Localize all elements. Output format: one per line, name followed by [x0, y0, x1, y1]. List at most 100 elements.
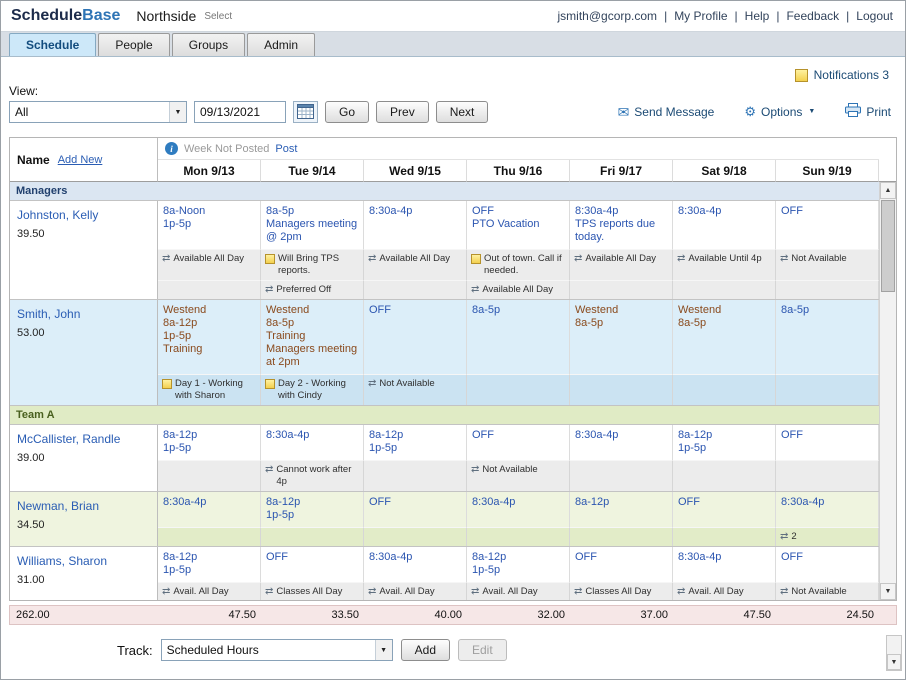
availability-cell[interactable]: ⇄Available All Day [570, 249, 673, 280]
chevron-down-icon: ▼ [375, 640, 392, 660]
send-message-action[interactable]: ✉ Send Message [618, 105, 715, 119]
shift-cell[interactable]: Westend8a-5p [570, 300, 673, 374]
availability-icon: ⇄ [265, 284, 273, 295]
availability-cell[interactable]: Day 1 - Working with Sharon [158, 374, 261, 405]
shift-cell[interactable]: Westend8a-5p [673, 300, 776, 374]
shift-cell[interactable]: 8:30a-4p [364, 547, 467, 582]
scroll-up-button[interactable]: ▲ [880, 182, 896, 199]
shift-cell[interactable]: 8a-5p [776, 300, 879, 374]
shift-cell[interactable]: 8a-12p1p-5p [467, 547, 570, 582]
shift-cell[interactable]: OFF [364, 492, 467, 527]
availability-cell[interactable]: ⇄Avail. All Day [158, 582, 261, 600]
availability-cell[interactable]: ⇄Cannot work after 4p [261, 460, 364, 491]
add-button[interactable]: Add [401, 639, 450, 661]
shift-cell[interactable]: 8:30a-4p [158, 492, 261, 527]
availability-cell[interactable]: ⇄Available Until 4p [673, 249, 776, 280]
post-link[interactable]: Post [275, 143, 297, 155]
shift-cell[interactable]: 8:30a-4p [261, 425, 364, 460]
go-button[interactable]: Go [325, 101, 369, 123]
shift-cell[interactable]: 8a-12p1p-5p [261, 492, 364, 527]
shift-cell[interactable]: 8a-12p1p-5p [673, 425, 776, 460]
prev-button[interactable]: Prev [376, 101, 429, 123]
shift-cell[interactable]: Westend8a-12p1p-5pTraining [158, 300, 261, 374]
add-new-link[interactable]: Add New [58, 154, 103, 166]
tab-schedule[interactable]: Schedule [9, 33, 96, 56]
page-scroll-down-button[interactable]: ▼ [887, 654, 901, 670]
employee-name-link[interactable]: Williams, Sharon [17, 554, 107, 568]
page-scrollbar-fragment[interactable]: ▼ [886, 635, 902, 671]
shift-cell[interactable]: OFF [776, 201, 879, 249]
shift-cell[interactable]: 8:30a-4p [570, 425, 673, 460]
next-button[interactable]: Next [436, 101, 489, 123]
availability-cell[interactable]: ⇄Not Available [776, 249, 879, 280]
employee-name-link[interactable]: Johnston, Kelly [17, 208, 98, 222]
shift-cell[interactable]: 8a-12p [570, 492, 673, 527]
separator: | [776, 9, 779, 23]
availability-icon: ⇄ [265, 464, 273, 475]
availability-cell[interactable]: ⇄Available All Day [467, 280, 570, 299]
shift-cell[interactable]: 8a-5pManagers meeting @ 2pm [261, 201, 364, 249]
shift-cell[interactable]: 8:30a-4p [776, 492, 879, 527]
schedule-scrollbar[interactable]: ▲ ▼ [879, 182, 896, 600]
link-help[interactable]: Help [745, 9, 770, 23]
calendar-button[interactable] [293, 101, 318, 123]
shift-cell[interactable]: OFF [364, 300, 467, 374]
availability-cell[interactable]: ⇄Avail. All Day [364, 582, 467, 600]
tab-admin[interactable]: Admin [247, 33, 315, 56]
shift-cell[interactable]: 8:30a-4p [673, 547, 776, 582]
shift-cell[interactable]: OFF [776, 547, 879, 582]
shift-cell[interactable]: OFFPTO Vacation [467, 201, 570, 249]
employee-name-cell: Smith, John53.00 [10, 300, 158, 405]
availability-cell[interactable]: ⇄Available All Day [158, 249, 261, 280]
shift-cell[interactable]: OFF [261, 547, 364, 582]
print-action[interactable]: Print [845, 103, 891, 120]
availability-cell[interactable]: ⇄Avail. All Day [467, 582, 570, 600]
shift-text: 1p-5p [266, 509, 359, 522]
availability-cell[interactable]: ⇄Preferred Off [261, 280, 364, 299]
select-location-link[interactable]: Select [204, 11, 232, 22]
shift-cell[interactable]: 8a-12p1p-5p [158, 425, 261, 460]
availability-cell[interactable]: Day 2 - Working with Cindy [261, 374, 364, 405]
availability-cell[interactable]: ⇄Classes All Day [261, 582, 364, 600]
shift-cell[interactable]: OFF [673, 492, 776, 527]
availability-cell[interactable]: ⇄Avail. All Day [673, 582, 776, 600]
notifications-link[interactable]: Notifications 3 [814, 68, 889, 82]
link-logout[interactable]: Logout [856, 9, 893, 23]
shift-cell[interactable]: Westend8a-5pTrainingManagers meeting at … [261, 300, 364, 374]
link-feedback[interactable]: Feedback [786, 9, 839, 23]
shift-cell[interactable]: 8:30a-4p [364, 201, 467, 249]
shift-cell[interactable]: 8a-5p [467, 300, 570, 374]
availability-cell[interactable]: ⇄2 [776, 527, 879, 546]
options-action[interactable]: ⚙ Options ▼ [744, 105, 815, 119]
availability-cell[interactable]: ⇄Available All Day [364, 249, 467, 280]
scroll-down-button[interactable]: ▼ [880, 583, 896, 600]
availability-text: Will Bring TPS reports. [278, 253, 360, 277]
shift-cell[interactable]: 8:30a-4pTPS reports due today. [570, 201, 673, 249]
availability-cell[interactable]: ⇄Not Available [364, 374, 467, 405]
availability-cell[interactable]: ⇄Classes All Day [570, 582, 673, 600]
track-select[interactable]: Scheduled Hours ▼ [161, 639, 393, 661]
totals-filler [879, 606, 896, 624]
employee-name-link[interactable]: McCallister, Randle [17, 432, 120, 446]
view-select[interactable]: All ▼ [9, 101, 187, 123]
employee-name-link[interactable]: Newman, Brian [17, 499, 99, 513]
employee-name-link[interactable]: Smith, John [17, 307, 80, 321]
shift-cell[interactable]: OFF [776, 425, 879, 460]
shift-cell[interactable]: OFF [467, 425, 570, 460]
availability-cell[interactable]: Will Bring TPS reports. [261, 249, 364, 280]
availability-cell[interactable]: ⇄Not Available [776, 582, 879, 600]
shift-cell[interactable]: 8:30a-4p [467, 492, 570, 527]
shift-cell[interactable]: 8a-Noon1p-5p [158, 201, 261, 249]
availability-cell[interactable]: Out of town. Call if needed. [467, 249, 570, 280]
date-input[interactable] [194, 101, 286, 123]
availability-cell[interactable]: ⇄Not Available [467, 460, 570, 491]
link-my-profile[interactable]: My Profile [674, 9, 727, 23]
shift-cell[interactable]: OFF [570, 547, 673, 582]
shift-cell[interactable]: 8a-12p1p-5p [158, 547, 261, 582]
shift-cell[interactable]: 8:30a-4p [673, 201, 776, 249]
tab-people[interactable]: People [98, 33, 169, 56]
edit-button[interactable]: Edit [458, 639, 507, 661]
scrollbar-thumb[interactable] [881, 200, 895, 292]
shift-cell[interactable]: 8a-12p1p-5p [364, 425, 467, 460]
tab-groups[interactable]: Groups [172, 33, 245, 56]
